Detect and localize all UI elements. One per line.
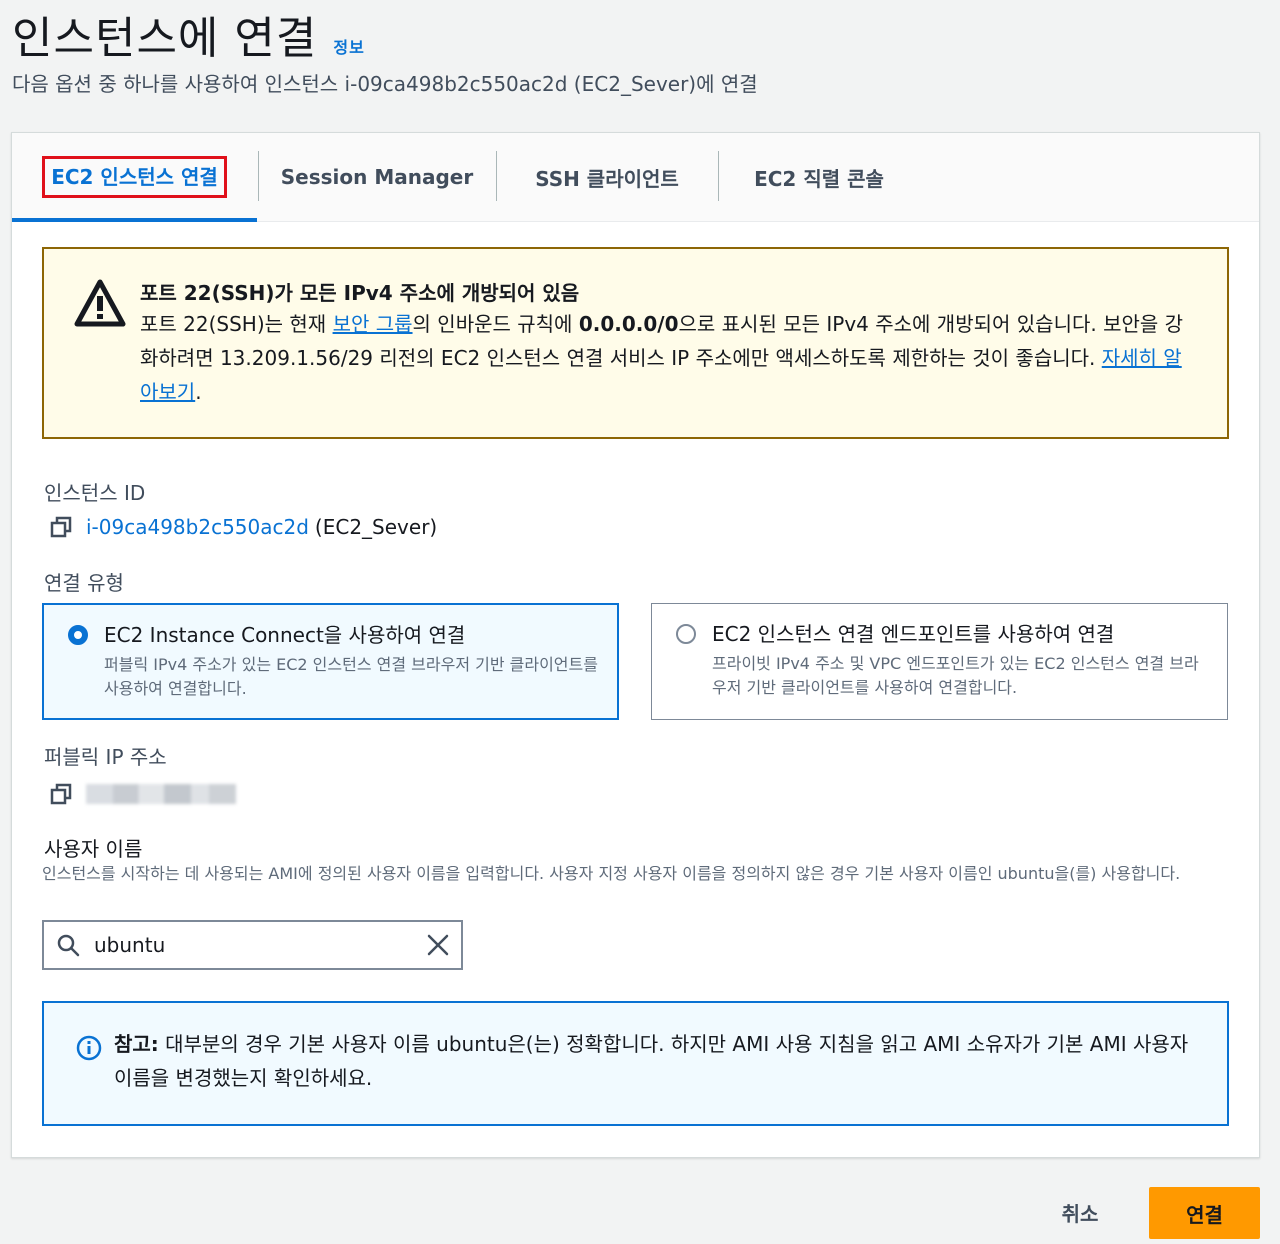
instance-id-link[interactable]: i-09ca498b2c550ac2d (86, 515, 309, 539)
tab-ssh-client[interactable]: SSH 클라이언트 (497, 133, 717, 221)
warning-text: 의 인바운드 규칙에 (412, 312, 579, 336)
security-group-link[interactable]: 보안 그룹 (333, 312, 413, 336)
connect-panel: EC2 인스턴스 연결 Session Manager SSH 클라이언트 EC… (11, 132, 1260, 1158)
tab-label: Session Manager (280, 165, 474, 189)
tab-label: EC2 직렬 콘솔 (754, 166, 884, 191)
info-link[interactable]: 정보 (333, 34, 364, 58)
clear-icon[interactable] (427, 934, 449, 956)
warning-body: 포트 22(SSH)는 현재 보안 그룹의 인바운드 규칙에 0.0.0.0/0… (140, 307, 1200, 409)
cancel-button[interactable]: 취소 (1040, 1190, 1120, 1234)
page-title: 인스턴스에 연결 정보 (12, 2, 365, 66)
tab-session-manager[interactable]: Session Manager (259, 133, 495, 221)
public-ip-redacted (86, 784, 236, 804)
copy-icon[interactable] (50, 516, 72, 538)
warning-text: 포트 22(SSH)는 현재 (140, 312, 333, 336)
username-description: 인스턴스를 시작하는 데 사용되는 AMI에 정의된 사용자 이름을 입력합니다… (42, 864, 1181, 883)
username-input[interactable] (92, 932, 427, 958)
info-icon (76, 1035, 102, 1061)
radio-button[interactable] (676, 624, 696, 644)
instance-id-label: 인스턴스 ID (44, 481, 146, 505)
instance-id-row: i-09ca498b2c550ac2d (EC2_Sever) (50, 515, 437, 539)
warning-icon (74, 279, 126, 327)
copy-icon[interactable] (50, 783, 72, 805)
username-field[interactable] (42, 920, 463, 970)
warning-period: . (195, 380, 202, 404)
tab-label: SSH 클라이언트 (535, 166, 679, 191)
note-label: 참고: (114, 1032, 159, 1056)
radio-title: EC2 Instance Connect을 사용하여 연결 (104, 623, 466, 647)
radio-card-endpoint[interactable]: EC2 인스턴스 연결 엔드포인트를 사용하여 연결 프라이빗 IPv4 주소 … (651, 603, 1228, 720)
radio-button[interactable] (68, 625, 88, 645)
radio-title: EC2 인스턴스 연결 엔드포인트를 사용하여 연결 (712, 622, 1115, 646)
username-label: 사용자 이름 (44, 837, 143, 861)
warning-title: 포트 22(SSH)가 모든 IPv4 주소에 개방되어 있음 (140, 281, 580, 305)
page-title-text: 인스턴스에 연결 (12, 13, 318, 64)
public-ip-label: 퍼블릭 IP 주소 (44, 745, 167, 769)
radio-description: 프라이빗 IPv4 주소 및 VPC 엔드포인트가 있는 EC2 인스턴스 연결… (712, 654, 1199, 697)
public-ip-row (50, 783, 236, 805)
connect-button[interactable]: 연결 (1149, 1187, 1260, 1239)
warning-cidr: 0.0.0.0/0 (578, 312, 679, 336)
tab-bar: EC2 인스턴스 연결 Session Manager SSH 클라이언트 EC… (12, 133, 1259, 222)
search-icon (57, 934, 80, 957)
note-text: 참고: 대부분의 경우 기본 사용자 이름 ubuntu은(는) 정확합니다. … (114, 1027, 1194, 1095)
radio-card-instance-connect[interactable]: EC2 Instance Connect을 사용하여 연결 퍼블릭 IPv4 주… (42, 603, 619, 720)
radio-description: 퍼블릭 IPv4 주소가 있는 EC2 인스턴스 연결 브라우저 기반 클라이언… (104, 655, 598, 698)
note-body: 대부분의 경우 기본 사용자 이름 ubuntu은(는) 정확합니다. 하지만 … (114, 1032, 1189, 1090)
page-description: 다음 옵션 중 하나를 사용하여 인스턴스 i-09ca498b2c550ac2… (12, 72, 758, 96)
tab-ec2-serial-console[interactable]: EC2 직렬 콘솔 (719, 133, 919, 221)
ssh-open-warning: 포트 22(SSH)가 모든 IPv4 주소에 개방되어 있음 포트 22(SS… (42, 247, 1229, 439)
tab-label-highlight: EC2 인스턴스 연결 (42, 156, 227, 198)
username-note: 참고: 대부분의 경우 기본 사용자 이름 ubuntu은(는) 정확합니다. … (42, 1001, 1229, 1126)
instance-name: (EC2_Sever) (314, 515, 438, 539)
connection-type-label: 연결 유형 (44, 571, 124, 595)
tab-ec2-instance-connect[interactable]: EC2 인스턴스 연결 (12, 133, 257, 222)
